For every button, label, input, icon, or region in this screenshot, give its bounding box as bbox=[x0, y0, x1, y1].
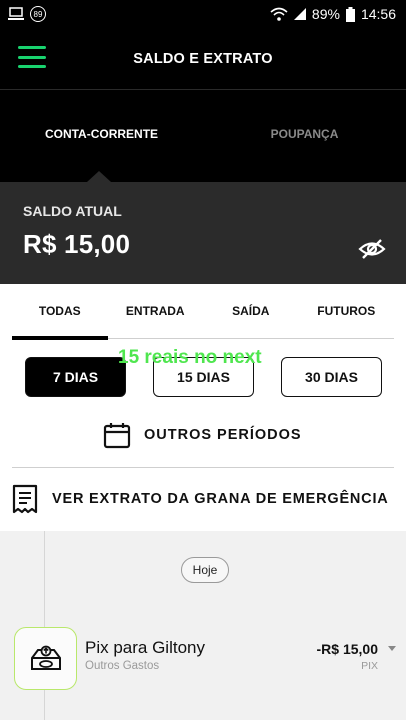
receipt-icon bbox=[12, 484, 38, 514]
menu-icon-bar bbox=[18, 55, 46, 59]
menu-icon-bar bbox=[18, 65, 46, 68]
menu-button[interactable] bbox=[18, 46, 46, 68]
filter-tabs: TODAS ENTRADA SAÍDA FUTUROS bbox=[12, 284, 395, 340]
calendar-icon bbox=[103, 423, 131, 449]
clock: 14:56 bbox=[360, 6, 396, 22]
balance-label: SALDO ATUAL bbox=[23, 203, 122, 219]
tab-saida[interactable]: SAÍDA bbox=[203, 284, 299, 338]
date-pill: Hoje bbox=[181, 557, 229, 583]
other-periods-button[interactable]: OUTROS PERÍODOS bbox=[103, 420, 302, 450]
transaction-category: Outros Gastos bbox=[85, 660, 160, 672]
transaction-title: Pix para Giltony bbox=[85, 638, 205, 657]
transaction-amount: -R$ 15,00 bbox=[316, 641, 378, 657]
period-15-days-button[interactable]: 15 DIAS bbox=[153, 357, 254, 397]
menu-icon-bar bbox=[18, 46, 46, 49]
notification-count-badge: 89 bbox=[30, 6, 46, 22]
divider bbox=[12, 467, 394, 468]
tab-entrada[interactable]: ENTRADA bbox=[108, 284, 204, 338]
tab-todas[interactable]: TODAS bbox=[12, 284, 108, 340]
pix-transfer-icon bbox=[30, 645, 61, 670]
emergency-statement-link[interactable]: VER EXTRATO DA GRANA DE EMERGÊNCIA bbox=[12, 483, 394, 515]
signal-icon bbox=[293, 8, 306, 20]
battery-percent: 89% bbox=[311, 6, 340, 22]
transaction-row[interactable]: Pix para Giltony Outros Gastos -R$ 15,00… bbox=[0, 620, 406, 700]
period-7-days-button[interactable]: 7 DIAS bbox=[25, 357, 126, 397]
tab-futuros[interactable]: FUTUROS bbox=[299, 284, 395, 338]
tab-conta-corrente[interactable]: CONTA-CORRENTE bbox=[0, 90, 203, 182]
battery-icon bbox=[345, 6, 355, 22]
page-title: SALDO E EXTRATO bbox=[133, 50, 273, 67]
active-tab-indicator bbox=[87, 171, 111, 182]
tab-poupanca[interactable]: POUPANÇA bbox=[203, 90, 406, 182]
transaction-type: PIX bbox=[361, 660, 378, 672]
emergency-statement-label: VER EXTRATO DA GRANA DE EMERGÊNCIA bbox=[52, 491, 389, 507]
account-tabs: CONTA-CORRENTE POUPANÇA bbox=[0, 90, 406, 182]
balance-panel: SALDO ATUAL R$ 15,00 bbox=[0, 182, 406, 284]
laptop-icon bbox=[8, 7, 24, 20]
app-header: SALDO E EXTRATO bbox=[0, 28, 406, 90]
eye-off-icon[interactable] bbox=[358, 238, 386, 260]
status-bar: 89 89% 14:56 bbox=[0, 0, 406, 28]
transaction-icon-box bbox=[14, 627, 77, 690]
wifi-icon bbox=[270, 7, 288, 21]
other-periods-label: OUTROS PERÍODOS bbox=[144, 427, 302, 443]
balance-value: R$ 15,00 bbox=[23, 229, 131, 259]
chevron-down-icon[interactable] bbox=[388, 646, 396, 651]
period-30-days-button[interactable]: 30 DIAS bbox=[281, 357, 382, 397]
period-selector: 7 DIAS 15 DIAS 30 DIAS bbox=[25, 357, 382, 397]
